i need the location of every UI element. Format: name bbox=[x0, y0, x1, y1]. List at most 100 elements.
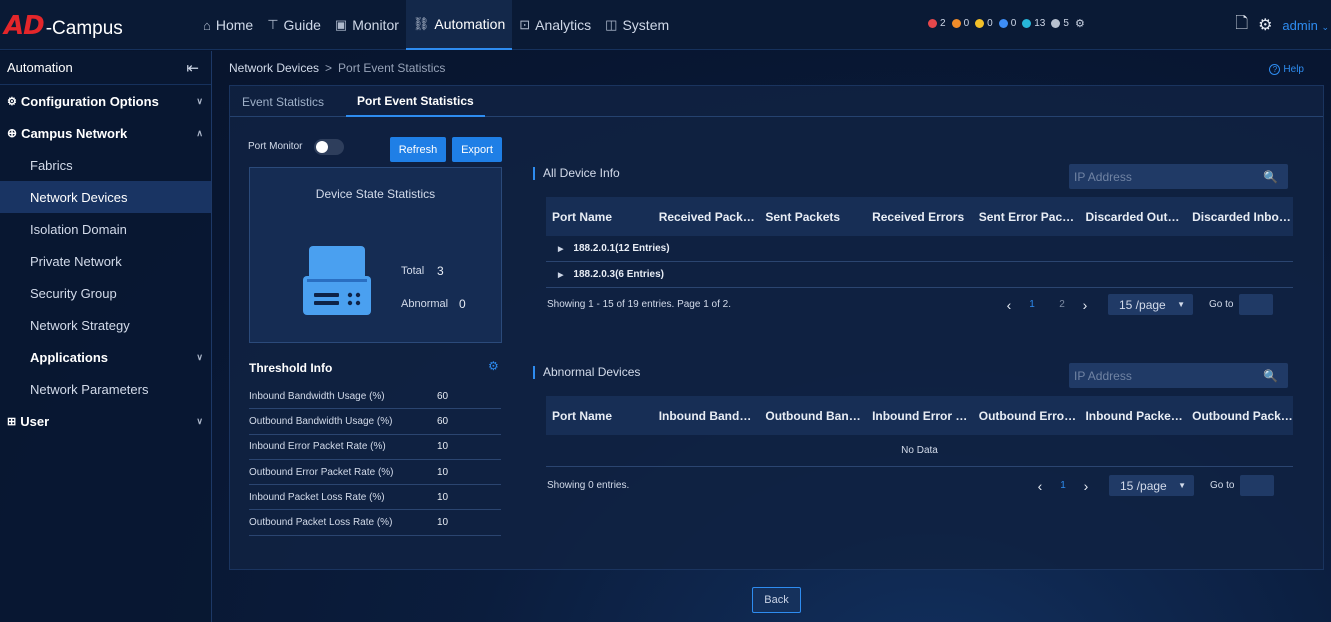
automation-icon: ⛓ bbox=[412, 16, 430, 31]
user-menu[interactable]: admin ⌄ bbox=[1282, 18, 1329, 33]
app-logo[interactable]: AD -Campus bbox=[4, 11, 123, 41]
threshold-value: 10 bbox=[437, 441, 449, 453]
nav-automation[interactable]: ⛓ Automation bbox=[405, 0, 513, 50]
pagination: ‹ 1 2 › 15 /page ▼ Go to bbox=[1001, 294, 1274, 315]
page-number[interactable]: 1 bbox=[1017, 299, 1047, 310]
port-monitor-toggle[interactable] bbox=[314, 139, 344, 155]
warning-alarm-icon bbox=[998, 19, 1008, 28]
threshold-name: Inbound Error Packet Rate (%) bbox=[249, 441, 386, 453]
column-header[interactable]: Received Errors bbox=[866, 210, 973, 224]
nav-home[interactable]: ⌂ Home bbox=[196, 0, 260, 50]
nav-automation-label: Automation bbox=[434, 16, 506, 32]
back-button[interactable]: Back bbox=[752, 587, 801, 613]
prev-page-icon[interactable]: ‹ bbox=[1032, 478, 1048, 494]
system-icon: ◫ bbox=[605, 17, 618, 32]
refresh-button[interactable]: Refresh bbox=[390, 137, 446, 162]
column-header[interactable]: Sent Error Packets bbox=[973, 210, 1080, 224]
goto-page-input[interactable] bbox=[1240, 475, 1275, 496]
sidebar-item-applications[interactable]: Applications ∨ bbox=[0, 341, 211, 373]
all-device-info-title: All Device Info bbox=[533, 167, 620, 180]
critical-alarm-count: 2 bbox=[940, 18, 946, 29]
sidebar-item-isolation-domain[interactable]: Isolation Domain bbox=[0, 213, 211, 245]
table-row[interactable]: ▶ 188.2.0.1(12 Entries) bbox=[546, 236, 1293, 262]
tab-event-statistics[interactable]: Event Statistics bbox=[230, 86, 336, 117]
page-size-select[interactable]: 15 /page ▼ bbox=[1108, 294, 1193, 315]
server-icon bbox=[303, 246, 371, 315]
column-header[interactable]: Inbound Error Packets bbox=[866, 409, 973, 423]
column-header[interactable]: Inbound Packet Loss bbox=[1079, 409, 1186, 423]
help-link[interactable]: ? Help bbox=[1269, 64, 1304, 75]
sidebar-item-user[interactable]: ⊞ User ∨ bbox=[0, 405, 211, 437]
breadcrumb-parent[interactable]: Network Devices bbox=[229, 61, 319, 75]
column-header[interactable]: Outbound Packet Loss bbox=[1186, 409, 1293, 423]
nav-analytics-label: Analytics bbox=[535, 17, 592, 33]
next-page-icon[interactable]: › bbox=[1077, 297, 1093, 313]
user-icon: ⊞ bbox=[7, 415, 17, 428]
search-icon[interactable]: 🔍 bbox=[1263, 170, 1278, 184]
threshold-settings-icon[interactable]: ⚙ bbox=[488, 359, 499, 373]
page-number[interactable]: 1 bbox=[1048, 480, 1078, 491]
column-header[interactable]: Outbound Bandwidth bbox=[759, 409, 866, 423]
sidebar-item-label: Private Network bbox=[30, 253, 122, 269]
nav-monitor-label: Monitor bbox=[352, 17, 399, 33]
all-devices-search-input[interactable]: IP Address 🔍 bbox=[1069, 164, 1288, 189]
prev-page-icon[interactable]: ‹ bbox=[1001, 297, 1017, 313]
expand-caret-icon[interactable]: ▶ bbox=[558, 245, 563, 253]
goto-page-input[interactable] bbox=[1239, 294, 1274, 315]
breadcrumb-current: Port Event Statistics bbox=[338, 61, 446, 75]
pagination: ‹ 1 › 15 /page ▼ Go to bbox=[1032, 475, 1275, 496]
abnormal-devices-search-input[interactable]: IP Address 🔍 bbox=[1069, 363, 1288, 388]
sidebar-item-network-strategy[interactable]: Network Strategy bbox=[0, 309, 211, 341]
search-icon[interactable]: 🔍 bbox=[1263, 369, 1278, 383]
threshold-row: Outbound Packet Loss Rate (%) 10 bbox=[249, 510, 501, 536]
tab-port-event-statistics[interactable]: Port Event Statistics bbox=[346, 86, 485, 117]
column-header[interactable]: Received Packets bbox=[653, 210, 760, 224]
nav-monitor[interactable]: ▣ Monitor bbox=[328, 0, 406, 50]
next-page-icon[interactable]: › bbox=[1078, 478, 1094, 494]
bell-settings-icon: ⚙ bbox=[1074, 18, 1085, 30]
gear-icon[interactable]: ⚙ bbox=[1258, 15, 1272, 35]
export-button[interactable]: Export bbox=[452, 137, 502, 162]
nav-system[interactable]: ◫ System bbox=[598, 0, 676, 50]
search-placeholder: IP Address bbox=[1074, 368, 1132, 383]
toggle-knob bbox=[316, 141, 328, 153]
column-header[interactable]: Port Name bbox=[546, 409, 653, 423]
collapse-menu-icon[interactable]: ⇤ bbox=[186, 59, 199, 77]
nav-analytics[interactable]: ⊡ Analytics bbox=[512, 0, 598, 50]
table-row[interactable]: ▶ 188.2.0.3(6 Entries) bbox=[546, 262, 1293, 288]
sidebar-item-security-group[interactable]: Security Group bbox=[0, 277, 211, 309]
alarm-summary[interactable]: 2 0 0 0 13 5 ⚙ bbox=[928, 17, 1085, 30]
column-header[interactable]: Sent Packets bbox=[759, 210, 866, 224]
page-number[interactable]: 2 bbox=[1047, 299, 1077, 310]
expand-caret-icon[interactable]: ▶ bbox=[558, 271, 563, 279]
sidebar-item-campus-network[interactable]: ⊕ Campus Network ∧ bbox=[0, 117, 211, 149]
header-tools: 🗋 ⚙ admin ⌄ bbox=[1235, 0, 1331, 50]
warning-alarm-count: 0 bbox=[1010, 18, 1017, 29]
goto-label: Go to bbox=[1209, 299, 1234, 310]
sidebar-item-network-parameters[interactable]: Network Parameters bbox=[0, 373, 211, 405]
sidebar-item-private-network[interactable]: Private Network bbox=[0, 245, 211, 277]
info-alarm-count: 13 bbox=[1034, 18, 1046, 29]
major-alarm-icon bbox=[951, 19, 961, 28]
column-header[interactable]: Outbound Error Packets bbox=[973, 409, 1080, 423]
sidebar-item-fabrics[interactable]: Fabrics bbox=[0, 149, 211, 181]
goto-label: Go to bbox=[1210, 480, 1235, 491]
sidebar-item-network-devices[interactable]: Network Devices bbox=[0, 181, 211, 213]
nav-guide[interactable]: ⊤ Guide bbox=[260, 0, 328, 50]
sidebar-item-label: Configuration Options bbox=[20, 93, 159, 109]
device-state-card: Device State Statistics Total 3 Abnormal… bbox=[249, 167, 502, 343]
document-icon[interactable]: 🗋 bbox=[1235, 12, 1248, 39]
logo-ad: AD bbox=[4, 11, 45, 41]
sidebar-item-configuration-options[interactable]: ⚙ Configuration Options ∨ bbox=[0, 85, 211, 117]
column-header[interactable]: Port Name bbox=[546, 210, 653, 224]
breadcrumb: Network Devices > Port Event Statistics bbox=[229, 61, 445, 75]
user-name: admin bbox=[1282, 17, 1318, 33]
column-header[interactable]: Discarded Outbound bbox=[1079, 210, 1186, 224]
chevron-down-icon: ∨ bbox=[196, 415, 203, 426]
column-header[interactable]: Inbound Bandwidth bbox=[653, 409, 760, 423]
caret-down-icon: ▼ bbox=[1178, 481, 1186, 490]
nav-guide-label: Guide bbox=[283, 17, 321, 33]
threshold-value: 10 bbox=[437, 466, 449, 478]
page-size-select[interactable]: 15 /page ▼ bbox=[1109, 475, 1194, 496]
column-header[interactable]: Discarded Inbound bbox=[1186, 210, 1293, 224]
